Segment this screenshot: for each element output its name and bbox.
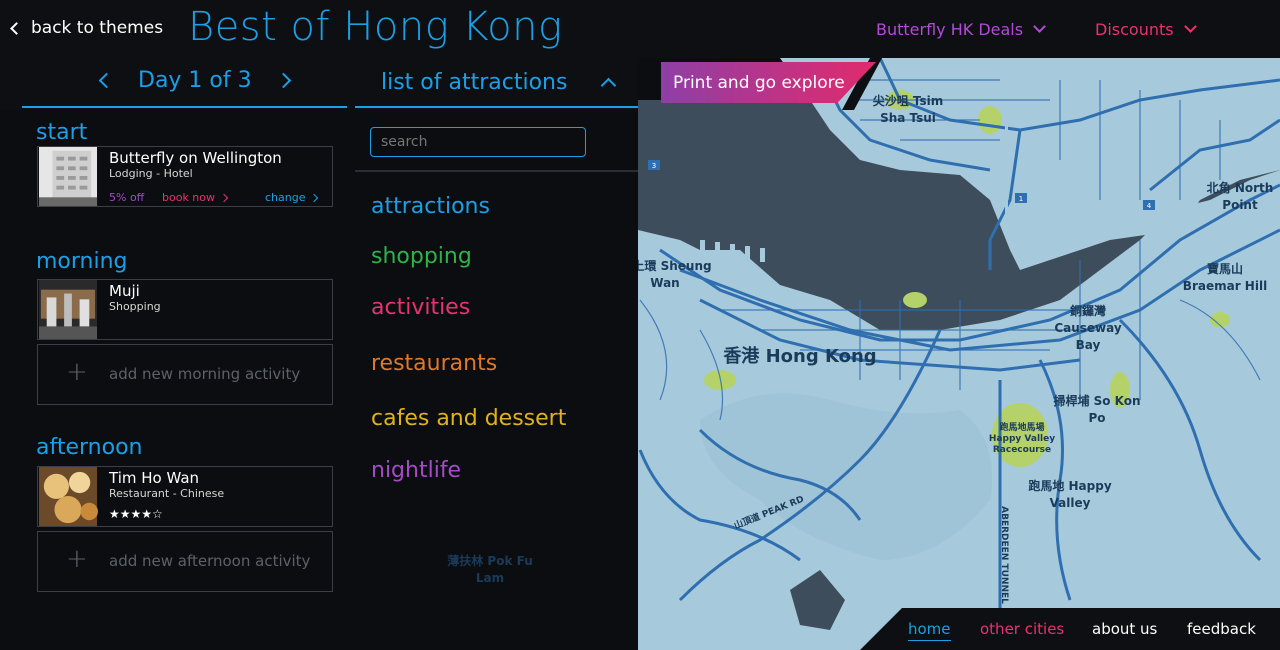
add-morning-label: add new morning activity [109,365,301,383]
chevron-down-icon [1033,20,1046,33]
plus-icon: + [66,357,88,387]
plus-icon: + [66,544,88,574]
discount-label: 5% off [109,191,145,204]
change-link[interactable]: change [265,191,319,204]
tim-ho-wan-name: Tim Ho Wan [109,469,200,487]
map-label-causeway-bay-2: Causeway [1054,321,1122,335]
footer-feedback-link[interactable]: feedback [1187,620,1256,638]
back-to-themes-link[interactable]: back to themes [8,18,163,38]
hotel-type: Lodging - Hotel [109,167,193,180]
footer-home-link[interactable]: home [908,620,951,641]
map-label-braemar-hill-2: Braemar Hill [1183,279,1267,293]
chevron-left-icon [10,21,23,35]
map-label-causeway-bay-3: Bay [1076,338,1101,352]
page-title: Best of Hong Kong [188,4,563,50]
list-of-attractions-toggle[interactable]: list of attractions [381,70,617,95]
previous-day-icon[interactable] [98,72,115,89]
next-day-icon[interactable] [275,72,291,89]
map-label-sheung-wan: 上環 Sheung [632,258,711,273]
category-restaurants[interactable]: restaurants [371,351,497,376]
svg-text:4: 4 [1147,202,1152,210]
book-now-link[interactable]: book now [162,191,229,204]
restaurant-thumbnail [38,467,98,526]
category-attractions[interactable]: attractions [371,194,490,219]
add-afternoon-label: add new afternoon activity [109,552,311,570]
start-heading: start [36,120,88,145]
list-of-attractions-label: list of attractions [381,70,568,95]
book-now-label: book now [162,191,216,204]
map-label-causeway-bay: 銅鑼灣 [1069,303,1106,318]
map-label-north-point: 北角 North [1207,180,1274,195]
map-label-happy-valley-racecourse-3: Racecourse [993,445,1051,455]
map-label-happy-valley-racecourse-2: Happy Valley [989,434,1055,444]
map-label-happy-valley: 跑馬地 Happy [1028,478,1111,493]
morning-heading: morning [36,249,128,274]
add-morning-activity-button[interactable]: + add new morning activity [37,344,333,405]
map-label-so-kon-po-2: Po [1088,411,1105,425]
map-label-sheung-wan-2: Wan [650,276,679,290]
hotel-thumbnail [38,147,98,206]
day-label: Day 1 of 3 [138,68,252,93]
map-label-pok-fu-lam: 薄扶林 Pok Fu [447,553,533,568]
category-nightlife[interactable]: nightlife [371,458,461,483]
hotel-name: Butterfly on Wellington [109,149,282,167]
attractions-underline [355,106,638,108]
butterfly-deals-dropdown[interactable]: Butterfly HK Deals [876,20,1046,39]
shop-thumbnail [38,280,98,339]
map-label-tsim-sha-tsui-2: Sha Tsui [880,111,936,125]
afternoon-activity-card[interactable]: Tim Ho Wan Restaurant - Chinese [37,466,333,527]
add-afternoon-activity-button[interactable]: + add new afternoon activity [37,531,333,592]
back-label: back to themes [31,18,164,38]
muji-name: Muji [109,282,140,300]
category-shopping[interactable]: shopping [371,244,472,269]
start-hotel-card[interactable]: Butterfly on Wellington Lodging - Hotel … [37,146,333,207]
chevron-right-icon [310,193,319,202]
footer-about-us-link[interactable]: about us [1092,620,1157,638]
chevron-up-icon [601,77,617,94]
category-activities[interactable]: activities [371,295,470,320]
map-label-braemar-hill: 寶馬山 [1207,261,1243,276]
svg-text:1: 1 [1019,195,1023,203]
map-label-happy-valley-2: Valley [1050,496,1091,510]
map-label-north-point-2: Point [1222,198,1258,212]
chevron-down-icon [1183,20,1197,33]
category-cafes-and-dessert[interactable]: cafes and dessert [371,406,566,431]
map-label-so-kon-po: 掃桿埔 So Kon [1053,393,1140,408]
discounts-dropdown[interactable]: Discounts [1095,20,1197,39]
day-navigator: Day 1 of 3 [95,68,295,93]
footer-other-cities-link[interactable]: other cities [980,620,1064,638]
muji-type: Shopping [109,300,161,313]
chevron-right-icon [219,193,229,202]
map-label-tsim-sha-tsui: 尖沙咀 Tsim [873,93,944,108]
divider [355,170,638,172]
map-label-happy-valley-racecourse: 跑馬地馬場 [999,421,1044,433]
rating-stars: ★★★★☆ [109,507,163,521]
change-label: change [265,191,306,204]
discounts-label: Discounts [1095,20,1174,39]
butterfly-deals-label: Butterfly HK Deals [876,20,1024,39]
search-input[interactable] [370,127,586,157]
map-label-hong-kong: 香港 Hong Kong [722,346,876,367]
afternoon-heading: afternoon [36,435,143,460]
svg-text:3: 3 [652,162,656,170]
tim-ho-wan-type: Restaurant - Chinese [109,487,225,500]
map-label-pok-fu-lam-2: Lam [476,571,504,585]
morning-activity-card[interactable]: Muji Shopping [37,279,333,340]
map-label-aberdeen-tunnel: ABERDEEN TUNNEL [999,506,1009,604]
